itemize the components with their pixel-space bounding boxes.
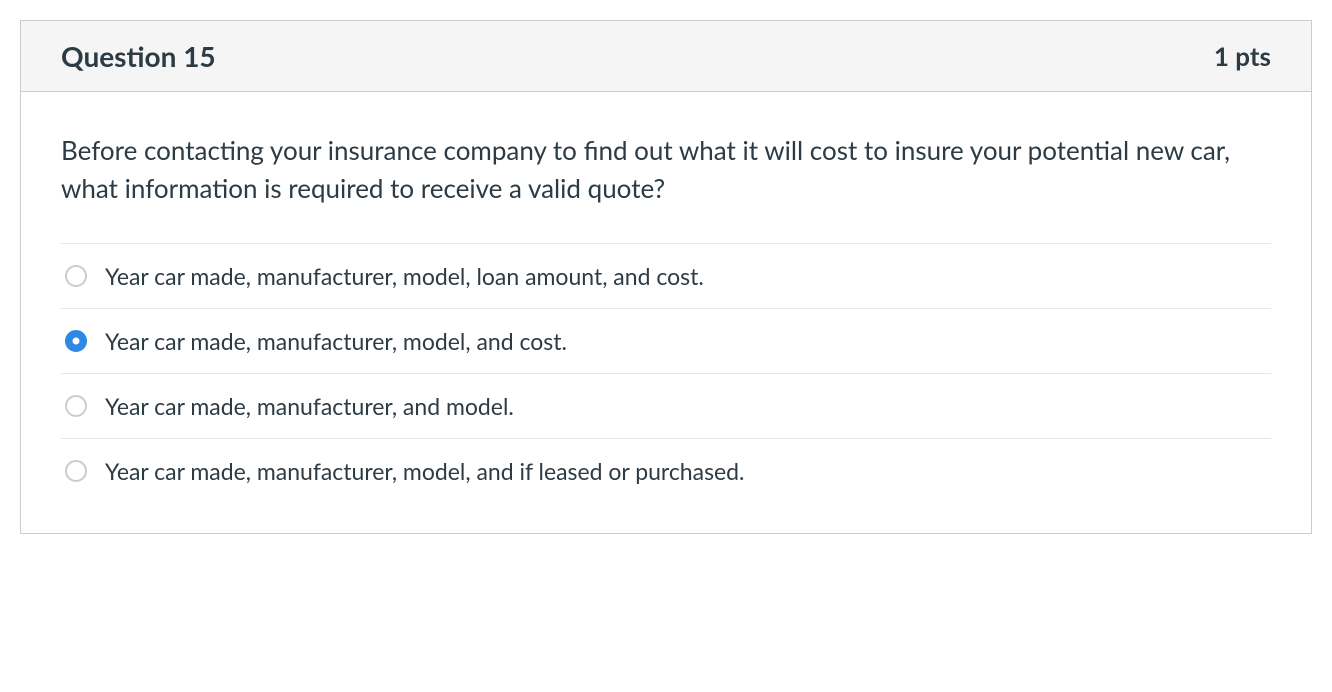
question-card: Question 15 1 pts Before contacting your…	[20, 20, 1312, 534]
question-header: Question 15 1 pts	[21, 21, 1311, 92]
option-label: Year car made, manufacturer, model, loan…	[105, 262, 704, 290]
option-row-2[interactable]: Year car made, manufacturer, and model.	[61, 374, 1271, 439]
question-points: 1 pts	[1214, 40, 1271, 72]
question-body: Before contacting your insurance company…	[21, 92, 1311, 533]
option-row-3[interactable]: Year car made, manufacturer, model, and …	[61, 439, 1271, 503]
radio-icon	[65, 395, 87, 417]
option-label: Year car made, manufacturer, model, and …	[105, 327, 567, 355]
option-label: Year car made, manufacturer, and model.	[105, 392, 514, 420]
question-title: Question 15	[61, 39, 216, 73]
options-list: Year car made, manufacturer, model, loan…	[61, 243, 1271, 503]
option-row-1[interactable]: Year car made, manufacturer, model, and …	[61, 309, 1271, 374]
option-label: Year car made, manufacturer, model, and …	[105, 457, 745, 485]
radio-icon	[65, 265, 87, 287]
radio-icon	[65, 460, 87, 482]
question-prompt: Before contacting your insurance company…	[61, 132, 1271, 207]
radio-icon	[65, 330, 87, 352]
option-row-0[interactable]: Year car made, manufacturer, model, loan…	[61, 244, 1271, 309]
